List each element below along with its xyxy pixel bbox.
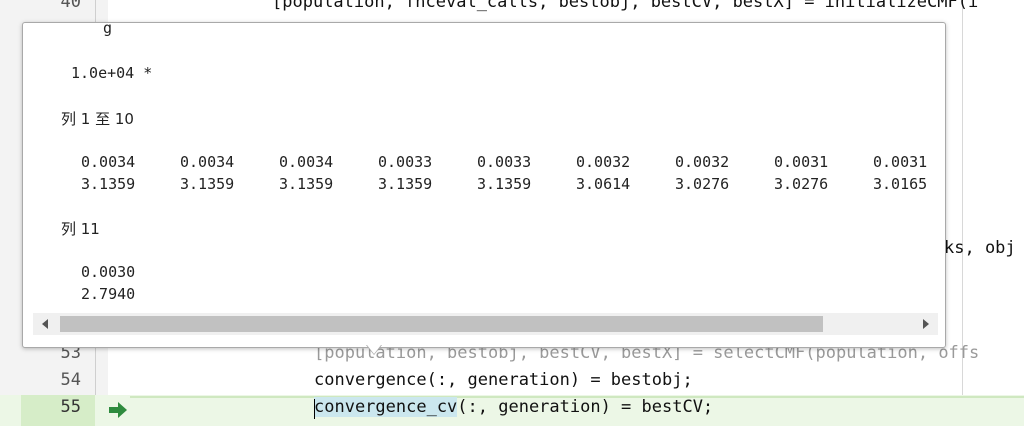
matrix-cell: 3.1359: [279, 175, 334, 193]
column-range-header: 列 11: [61, 220, 100, 238]
matrix-cell: 0.0032: [675, 153, 730, 171]
matrix-cell: 0.0034: [180, 153, 235, 171]
matrix-cell: 0.0032: [576, 153, 631, 171]
matrix-cell: 3.1359: [477, 175, 532, 193]
code-line[interactable]: [population, fhceval_calls, bestobj, bes…: [272, 0, 978, 12]
column-range-header: 列 1 至 10: [61, 110, 134, 128]
left-margin-strip: [0, 0, 22, 426]
code-line-fragment[interactable]: ks, obj: [944, 238, 1016, 258]
matrix-cell: 3.0165: [873, 175, 928, 193]
truncated-text: g: [103, 23, 113, 37]
line-number: 55: [60, 397, 81, 417]
green-arrow-icon: [109, 402, 127, 418]
code-line[interactable]: convergence(:, generation) = bestobj;: [314, 370, 693, 390]
line-number: 40: [60, 0, 81, 12]
matrix-cell: 3.1359: [378, 175, 433, 193]
matrix-cell: 3.0276: [774, 175, 829, 193]
matrix-cell: 0.0034: [279, 153, 334, 171]
matrix-cell: 0.0033: [378, 153, 433, 171]
matrix-cell: 0.0031: [873, 153, 928, 171]
line-number: 54: [60, 370, 81, 390]
matrix-cell: 3.0276: [675, 175, 730, 193]
matrix-cell: 0.0030: [81, 263, 136, 281]
popup-pointer-fill: [367, 345, 381, 354]
matrix-cell: 3.0614: [576, 175, 631, 193]
code-line-rest: (:, generation) = bestCV;: [457, 397, 714, 417]
triangle-right-icon: [923, 319, 929, 329]
code-line[interactable]: convergence_cv(:, generation) = bestCV;: [314, 397, 713, 417]
matrix-cell: 3.1359: [180, 175, 235, 193]
variable-datatip-popup[interactable]: g 1.0e+04 * 列 1 至 10 0.0034 0.0034 0.003…: [22, 22, 946, 348]
text-caret: [314, 399, 315, 419]
datatip-content: g 1.0e+04 * 列 1 至 10 0.0034 0.0034 0.003…: [23, 23, 945, 313]
scroll-right-button[interactable]: [914, 313, 938, 335]
scroll-left-button[interactable]: [33, 313, 57, 335]
scale-factor: 1.0e+04 *: [71, 64, 153, 82]
highlighted-variable[interactable]: convergence_cv: [314, 397, 458, 417]
horizontal-scrollbar[interactable]: [33, 313, 938, 335]
matrix-cell: 0.0031: [774, 153, 829, 171]
matrix-cell: 0.0034: [81, 153, 136, 171]
triangle-left-icon: [42, 319, 48, 329]
matrix-cell: 3.1359: [81, 175, 136, 193]
scrollbar-thumb[interactable]: [60, 316, 823, 332]
matrix-cell: 0.0033: [477, 153, 532, 171]
matrix-cell: 2.7940: [81, 285, 136, 303]
